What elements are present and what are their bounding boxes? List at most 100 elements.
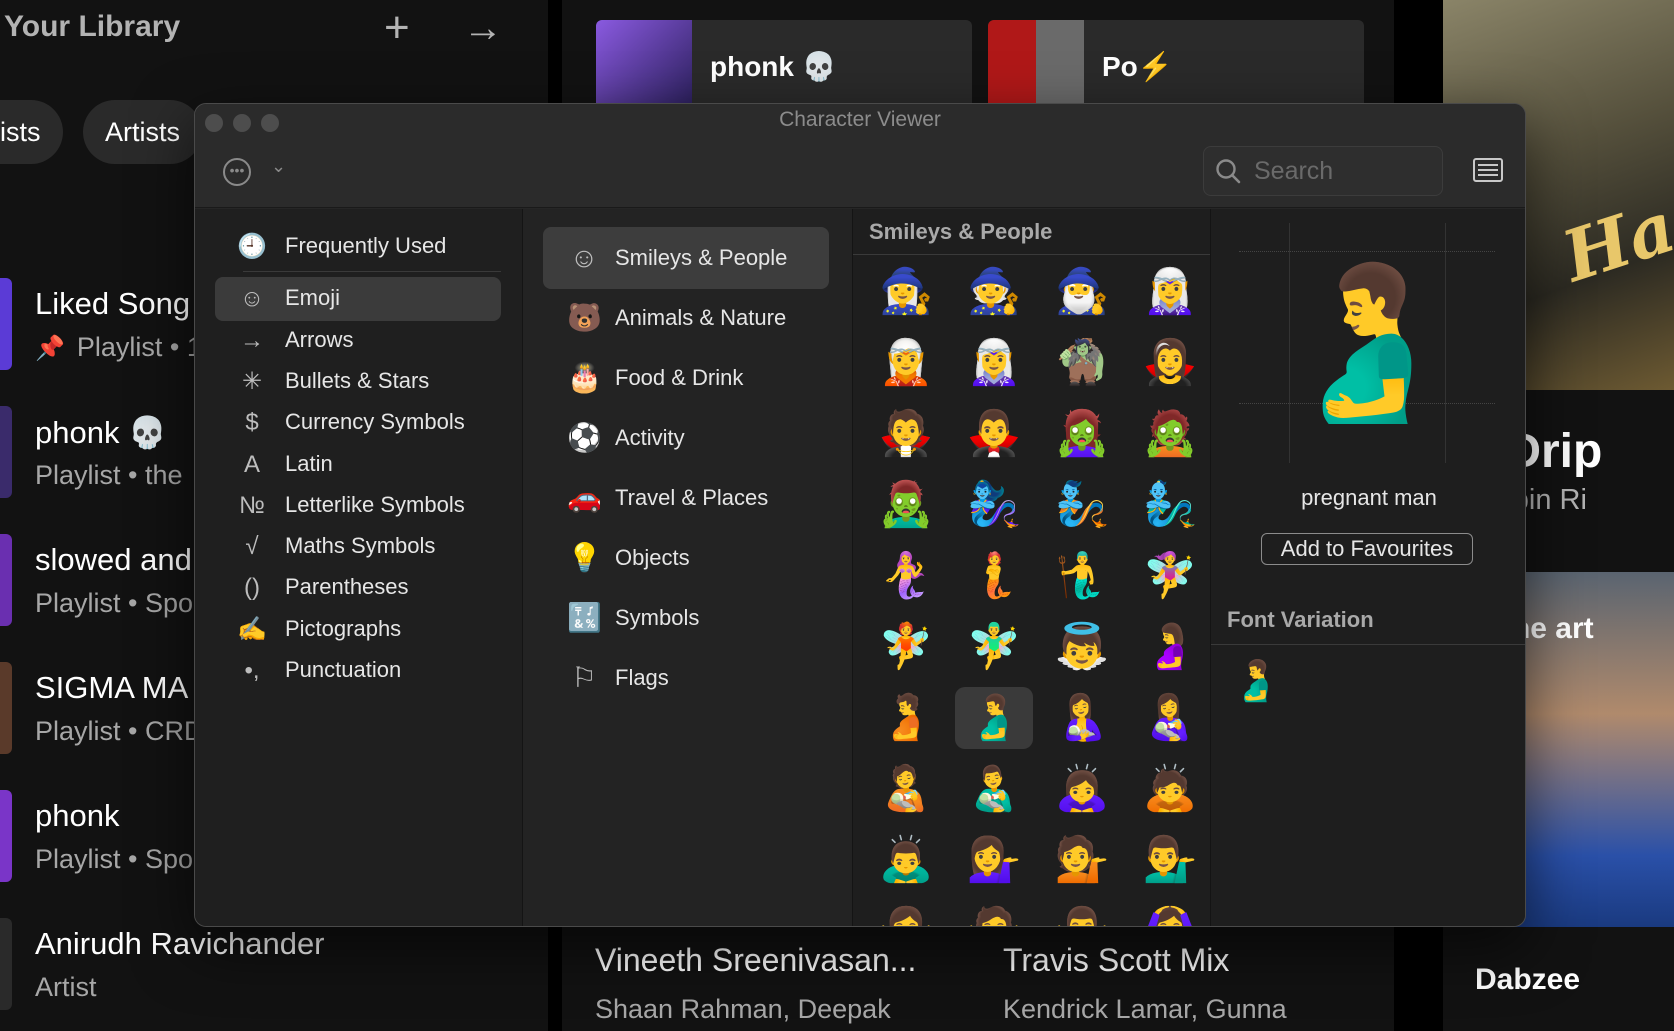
artist-name[interactable]: Dabzee — [1475, 963, 1580, 997]
emoji-cell[interactable]: 🙇‍♂️ — [867, 829, 945, 891]
emoji-cell[interactable]: 🤱 — [1043, 687, 1121, 749]
library-item-subtitle-text: Playlist • 1 — [76, 332, 202, 362]
shortcut-card[interactable]: phonk 💀 — [596, 20, 972, 110]
smiley-icon: ☺ — [239, 285, 265, 312]
category-emoji[interactable]: ☺ Emoji — [215, 277, 501, 321]
mix-title[interactable]: Travis Scott Mix — [1003, 942, 1229, 979]
library-item-name: phonk 💀 — [35, 415, 167, 450]
chevron-down-icon[interactable]: ⌄ — [271, 156, 286, 177]
emoji-cell[interactable]: 🧜‍♀️ — [867, 545, 945, 607]
subcategory-objects[interactable]: 💡 Objects — [543, 527, 829, 589]
library-item-name: phonk — [35, 798, 120, 833]
emoji-cell[interactable]: 🫄 — [867, 687, 945, 749]
emoji-cell[interactable]: 🧞‍♂️ — [1131, 474, 1209, 536]
category-parentheses[interactable]: () Parentheses — [215, 566, 501, 610]
category-label: Frequently Used — [285, 233, 447, 258]
font-variation-glyph[interactable]: 🫃 — [1231, 657, 1281, 704]
subcategory-symbols[interactable]: 🔣 Symbols — [543, 587, 829, 649]
emoji-cell[interactable]: 🧌 — [1043, 332, 1121, 394]
category-arrows[interactable]: → Arrows — [215, 319, 501, 363]
library-title[interactable]: Your Library — [4, 10, 180, 44]
mix-title[interactable]: Vineeth Sreenivasan... — [595, 942, 916, 979]
subcategory-animals-nature[interactable]: 🐻 Animals & Nature — [543, 287, 829, 349]
character-name: pregnant man — [1301, 485, 1437, 510]
subcategory-label: Food & Drink — [615, 365, 744, 390]
emoji-cell[interactable]: 💁‍♂️ — [1131, 829, 1209, 891]
emoji-cell[interactable]: 👩‍🍼 — [1131, 687, 1209, 749]
category-pictographs[interactable]: ✍ Pictographs — [215, 608, 501, 652]
category-latin[interactable]: A Latin — [215, 443, 501, 487]
category-bullets-stars[interactable]: ✳ Bullets & Stars — [215, 360, 501, 404]
grid-title: Smileys & People — [869, 219, 1053, 244]
emoji-cell[interactable]: 👨‍🍼 — [955, 758, 1033, 820]
emoji-cell[interactable]: 🤰 — [1131, 616, 1209, 678]
emoji-cell[interactable]: 🧛‍♀️ — [1131, 332, 1209, 394]
character-viewer-window: Character Viewer ••• ⌄ 🕘 Frequently Used ☺… — [194, 103, 1526, 927]
search-icon — [1216, 159, 1241, 184]
emoji-cell[interactable]: 🧙 — [955, 261, 1033, 323]
category-frequently-used[interactable]: 🕘 Frequently Used — [215, 225, 501, 269]
emoji-cell[interactable]: 🧝‍♀️ — [1131, 261, 1209, 323]
add-icon[interactable]: + — [384, 6, 410, 50]
emoji-cell[interactable]: 🙇‍♀️ — [1043, 758, 1121, 820]
emoji-cell[interactable]: 🙅‍♀️ — [867, 900, 945, 926]
emoji-cell[interactable]: 🧝‍♀️ — [955, 332, 1033, 394]
parentheses-icon: () — [244, 574, 260, 601]
filter-chip-playlists[interactable]: ists — [0, 100, 63, 164]
clock-icon: 🕘 — [237, 233, 267, 260]
subcategory-flags[interactable]: ⚐ Flags — [543, 647, 829, 709]
emoji-cell[interactable]: 🧛‍♂️ — [955, 403, 1033, 465]
emoji-cell[interactable]: 💁 — [1043, 829, 1121, 891]
square-root-icon: √ — [245, 533, 259, 560]
category-label: Maths Symbols — [285, 533, 436, 558]
emoji-cell[interactable]: 🧟‍♀️ — [1043, 403, 1121, 465]
emoji-cell[interactable]: 🧝 — [867, 332, 945, 394]
emoji-cell[interactable]: 🙆‍♀️ — [1131, 900, 1209, 926]
subcategory-list: ☺ Smileys & People 🐻 Animals & Nature 🎂 Food … — [523, 209, 853, 926]
emoji-cell[interactable]: 🧚 — [867, 616, 945, 678]
emoji-cell[interactable]: 🧜‍♂️ — [1043, 545, 1121, 607]
search-field[interactable] — [1203, 146, 1443, 196]
character-grid: Smileys & People 🧙‍♀️ 🧙 🧙‍♂️ 🧝‍♀️ 🧝 🧝‍♀️ 🧌 🧛‍♀️… — [853, 209, 1211, 926]
category-label: Bullets & Stars — [285, 368, 430, 393]
more-options-icon[interactable]: ••• — [223, 158, 251, 186]
keyboard-viewer-icon[interactable] — [1473, 158, 1503, 182]
subcategory-travel-places[interactable]: 🚗 Travel & Places — [543, 467, 829, 529]
emoji-cell[interactable]: 🧚‍♂️ — [955, 616, 1033, 678]
emoji-cell[interactable]: 🧟‍♂️ — [867, 474, 945, 536]
emoji-cell[interactable]: 🙅‍♂️ — [1043, 900, 1121, 926]
emoji-cell[interactable]: 🙇 — [1131, 758, 1209, 820]
emoji-cell[interactable]: 🧜 — [955, 545, 1033, 607]
library-item-subtitle-text: Playlist • Spo — [35, 844, 194, 874]
emoji-cell[interactable]: 👼 — [1043, 616, 1121, 678]
subcategory-food-drink[interactable]: 🎂 Food & Drink — [543, 347, 829, 409]
arrow-right-icon[interactable]: → — [463, 6, 503, 50]
emoji-cell[interactable]: 🧟 — [1131, 403, 1209, 465]
emoji-cell[interactable]: 🧙‍♀️ — [867, 261, 945, 323]
emoji-cell[interactable]: 🧚‍♀️ — [1131, 545, 1209, 607]
library-item[interactable]: Anirudh Ravichander Artist — [0, 912, 548, 1031]
shortcut-card[interactable]: Po⚡ — [988, 20, 1364, 110]
pictograph-icon: ✍ — [237, 616, 267, 643]
emoji-cell[interactable]: 🙅 — [955, 900, 1033, 926]
category-letterlike-symbols[interactable]: № Letterlike Symbols — [215, 484, 501, 528]
emoji-cell[interactable]: 🫃 — [955, 687, 1033, 749]
category-currency-symbols[interactable]: $ Currency Symbols — [215, 401, 501, 445]
library-item-thumbnail — [0, 918, 12, 1010]
emoji-cell[interactable]: 🧞 — [1043, 474, 1121, 536]
category-punctuation[interactable]: •, Punctuation — [215, 649, 501, 693]
subcategory-label: Activity — [615, 425, 685, 450]
emoji-cell[interactable]: 🧛 — [867, 403, 945, 465]
subcategory-activity[interactable]: ⚽ Activity — [543, 407, 829, 469]
search-input[interactable] — [1254, 153, 1434, 189]
category-maths-symbols[interactable]: √ Maths Symbols — [215, 525, 501, 569]
subcategory-smileys-people[interactable]: ☺ Smileys & People — [543, 227, 829, 289]
character-info-panel: 🫃 pregnant man Add to Favourites Font Va… — [1211, 209, 1525, 926]
emoji-cell[interactable]: 🧞‍♀️ — [955, 474, 1033, 536]
add-to-favourites-button[interactable]: Add to Favourites — [1261, 533, 1473, 565]
emoji-cell[interactable]: 💁‍♀️ — [955, 829, 1033, 891]
emoji-cell[interactable]: 🧑‍🍼 — [867, 758, 945, 820]
subcategory-label: Animals & Nature — [615, 305, 787, 330]
filter-chip-artists[interactable]: Artists — [83, 100, 203, 164]
emoji-cell[interactable]: 🧙‍♂️ — [1043, 261, 1121, 323]
